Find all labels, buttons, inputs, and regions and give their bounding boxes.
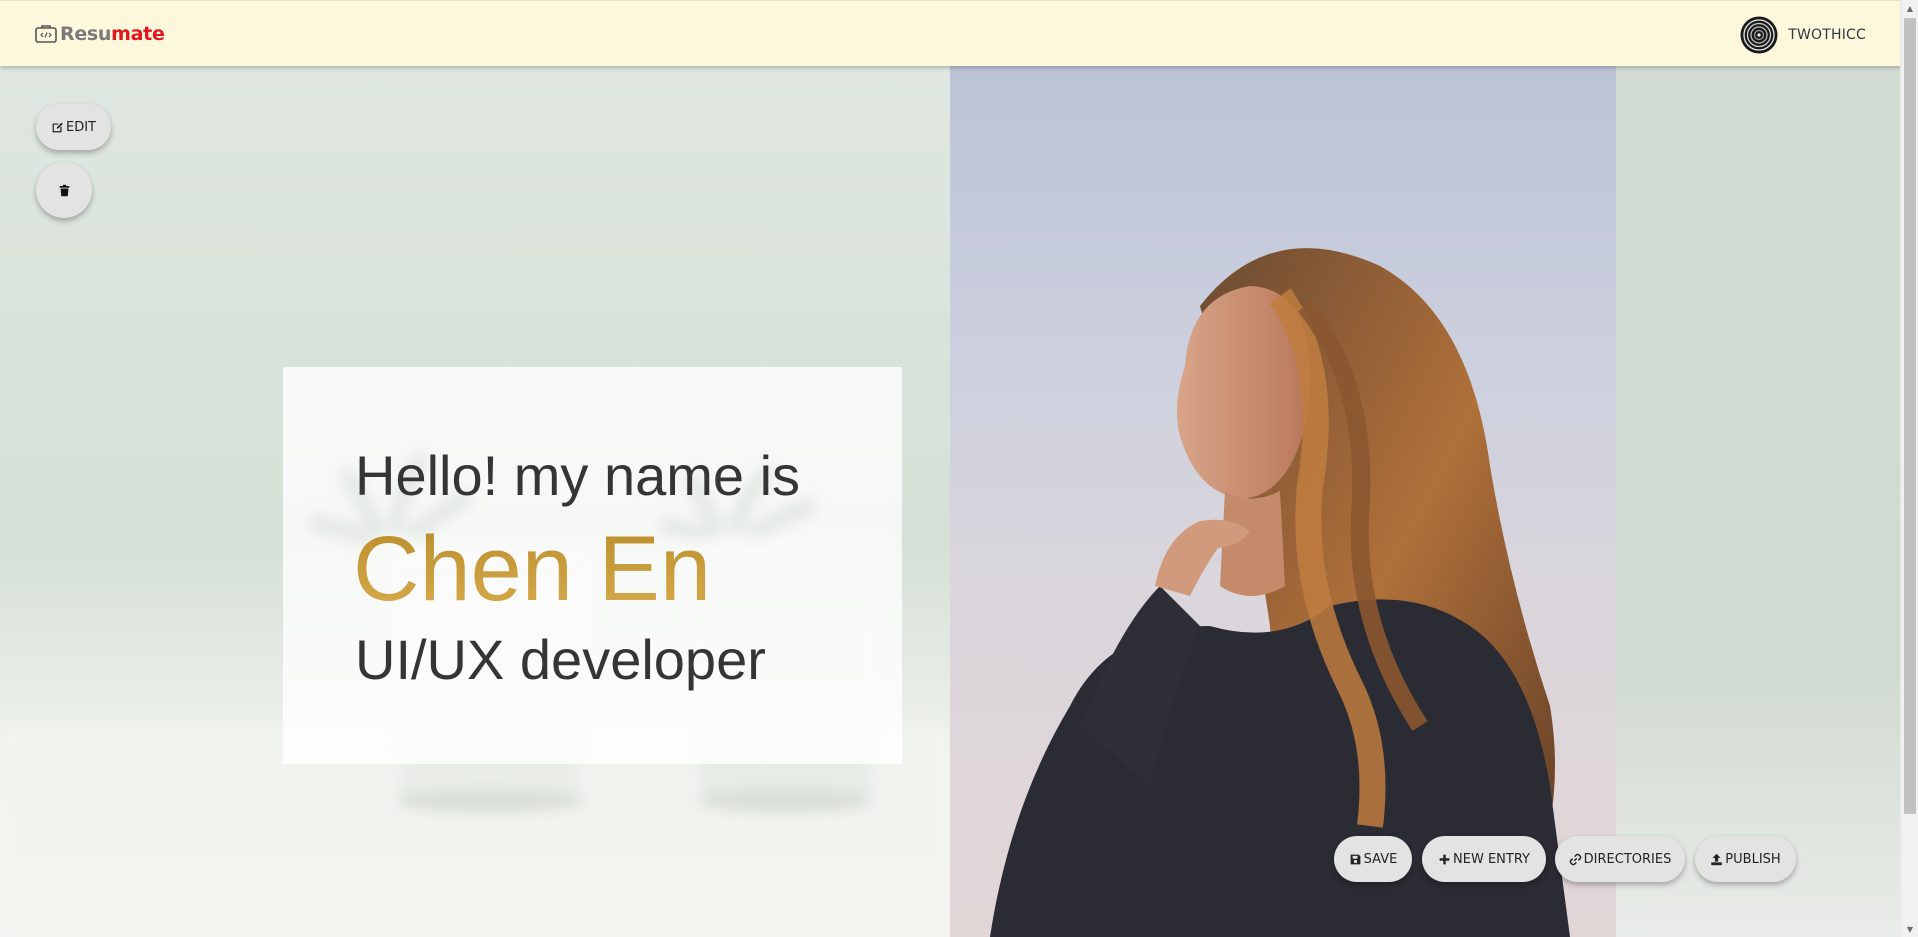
edit-button-label: EDIT — [66, 119, 96, 135]
code-briefcase-icon — [35, 25, 57, 43]
vertical-scrollbar[interactable]: ▲ ▼ — [1900, 0, 1918, 937]
scrollbar-thumb[interactable] — [1904, 18, 1916, 814]
top-navbar: Resumate TWOTHICC — [0, 0, 1900, 66]
save-button[interactable]: SAVE — [1334, 836, 1412, 882]
display-name: Chen En — [353, 518, 712, 620]
link-icon — [1569, 853, 1581, 865]
greeting-text: Hello! my name is — [355, 444, 801, 507]
brand-name: Resumate — [60, 23, 165, 45]
directories-button-label: DIRECTORIES — [1583, 851, 1672, 867]
new-entry-button[interactable]: NEW ENTRY — [1422, 836, 1546, 882]
background-right-panel — [1616, 66, 1900, 937]
brand-name-part1: Resu — [60, 23, 112, 45]
new-entry-button-label: NEW ENTRY — [1453, 851, 1530, 867]
user-menu[interactable]: TWOTHICC — [1740, 16, 1866, 54]
edit-icon — [52, 122, 63, 132]
profile-photo — [950, 66, 1616, 937]
job-title: UI/UX developer — [355, 628, 766, 691]
publish-button-label: PUBLISH — [1725, 851, 1781, 867]
username: TWOTHICC — [1788, 27, 1866, 43]
hero-section: Hello! my name is Chen En UI/UX develope… — [0, 66, 1900, 937]
publish-button[interactable]: PUBLISH — [1695, 836, 1796, 882]
save-button-label: SAVE — [1363, 851, 1398, 867]
delete-button[interactable] — [36, 162, 92, 218]
save-icon — [1350, 854, 1361, 864]
scroll-up-arrow-icon[interactable]: ▲ — [1901, 0, 1918, 16]
brand-logo[interactable]: Resumate — [34, 23, 165, 45]
directories-button[interactable]: DIRECTORIES — [1555, 836, 1685, 882]
edit-button[interactable]: EDIT — [36, 104, 111, 150]
brand-name-part2: mate — [111, 23, 165, 45]
plus-icon — [1439, 854, 1450, 864]
upload-icon — [1711, 853, 1723, 865]
portrait-illustration — [990, 248, 1570, 937]
scroll-down-arrow-icon[interactable]: ▼ — [1901, 921, 1918, 937]
spiral-avatar-icon — [1740, 16, 1778, 54]
intro-card: Hello! my name is Chen En UI/UX develope… — [283, 367, 902, 764]
trash-icon — [59, 184, 69, 196]
